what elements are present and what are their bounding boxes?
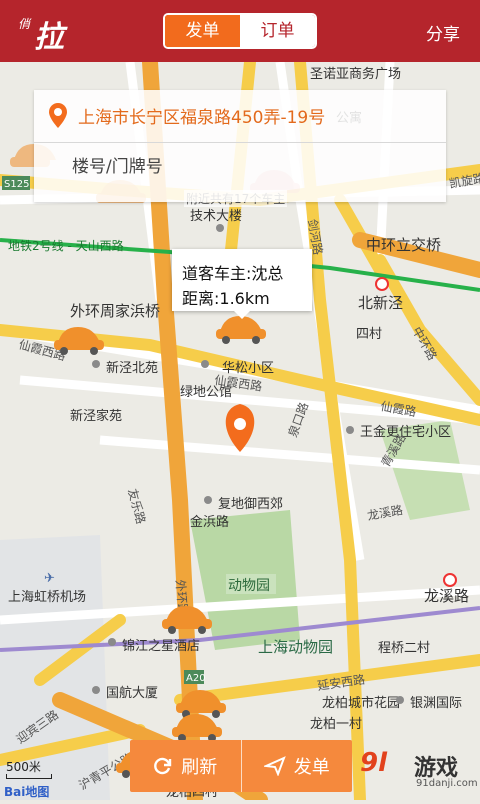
house-number-input[interactable]: 楼号/门牌号 [72,152,163,177]
map-label: A20 [186,673,206,684]
map-label: 程桥二村 [378,641,430,656]
map-label: 地铁2号线 - 天山西路 [8,238,124,253]
poi-icon [216,224,224,232]
action-bar: 刷新 发单 [130,740,352,792]
poi-icon [396,696,404,704]
map-label: 上海虹桥机场 [8,590,86,605]
poi-icon [346,426,354,434]
map-label: 四村 [356,327,382,342]
map-label: 龙溪路 [424,587,469,605]
dispatch-label: 发单 [293,757,330,778]
map-label: 中环立交桥 [366,236,441,254]
tab-dispatch[interactable]: 发单 [165,15,240,47]
map-label: 外环周家浜桥 [70,302,160,320]
map-label: 新泾家苑 [70,408,122,424]
poi-icon [204,496,212,504]
site-watermark: 9l 游戏 91danji.com [360,748,478,792]
map-label: 北新泾 [358,294,403,312]
poi-icon [108,638,116,646]
watermark-brand: 9l [360,748,388,778]
mode-switch: 发单 订单 [163,13,317,49]
share-button[interactable]: 分享 [426,20,460,45]
metro-station-icon [443,573,457,587]
baidu-map-logo: Bai地图 [4,785,50,799]
map-label: 技术大楼 [190,209,242,224]
tab-orders[interactable]: 订单 [240,15,315,47]
app-header: 俏 拉 发单 订单 分享 [0,0,480,62]
airport-icon: ✈ [44,571,55,586]
popup-tail [234,311,250,319]
address-row[interactable]: 上海市长宁区福泉路450弄-19号 [34,90,446,143]
map-scale-bar [6,774,52,779]
address-text: 上海市长宁区福泉路450弄-19号 [78,108,326,128]
driver-name: 道客车主:沈总 [182,264,284,283]
poi-icon [92,686,100,694]
poi-icon [201,360,209,368]
driver-distance: 距离:1.6km [182,289,270,308]
map-scale-label: 500米 [6,760,41,774]
send-icon [263,756,286,776]
map-label: 新泾北苑 [106,360,158,376]
map-label: 动物园 [228,578,270,594]
map-label: 锦江之星酒店 [122,639,200,654]
logo-small-text: 俏 [18,17,31,31]
map-label: S125 [4,179,29,190]
map-label: 金浜路 [190,514,229,530]
map-label: 龙柏城市花园 [322,695,400,711]
app-logo: 俏 拉 [18,10,74,55]
watermark-url: 91danji.com [416,778,478,789]
map-label: 华松小区 [222,361,274,376]
poi-icon [92,360,100,368]
logo-big-text: 拉 [34,20,64,55]
refresh-icon [153,756,173,776]
map-label: 圣诺亚商务广场 [310,66,401,82]
refresh-button[interactable]: 刷新 [130,740,241,792]
map-label: 龙柏一村 [310,717,362,732]
refresh-label: 刷新 [181,757,218,778]
map-label: 复地御西郊 [218,496,283,512]
location-pin-icon [49,103,67,128]
map-label: 国航大厦 [106,685,158,701]
map-label: 上海动物园 [258,638,333,656]
metro-station-icon [375,277,389,291]
dispatch-button[interactable]: 发单 [240,740,353,792]
address-box: 上海市长宁区福泉路450弄-19号 楼号/门牌号 [34,90,446,202]
driver-popup[interactable]: 道客车主:沈总 距离:1.6km [172,249,312,319]
map-label: 银渊国际 [410,696,462,711]
